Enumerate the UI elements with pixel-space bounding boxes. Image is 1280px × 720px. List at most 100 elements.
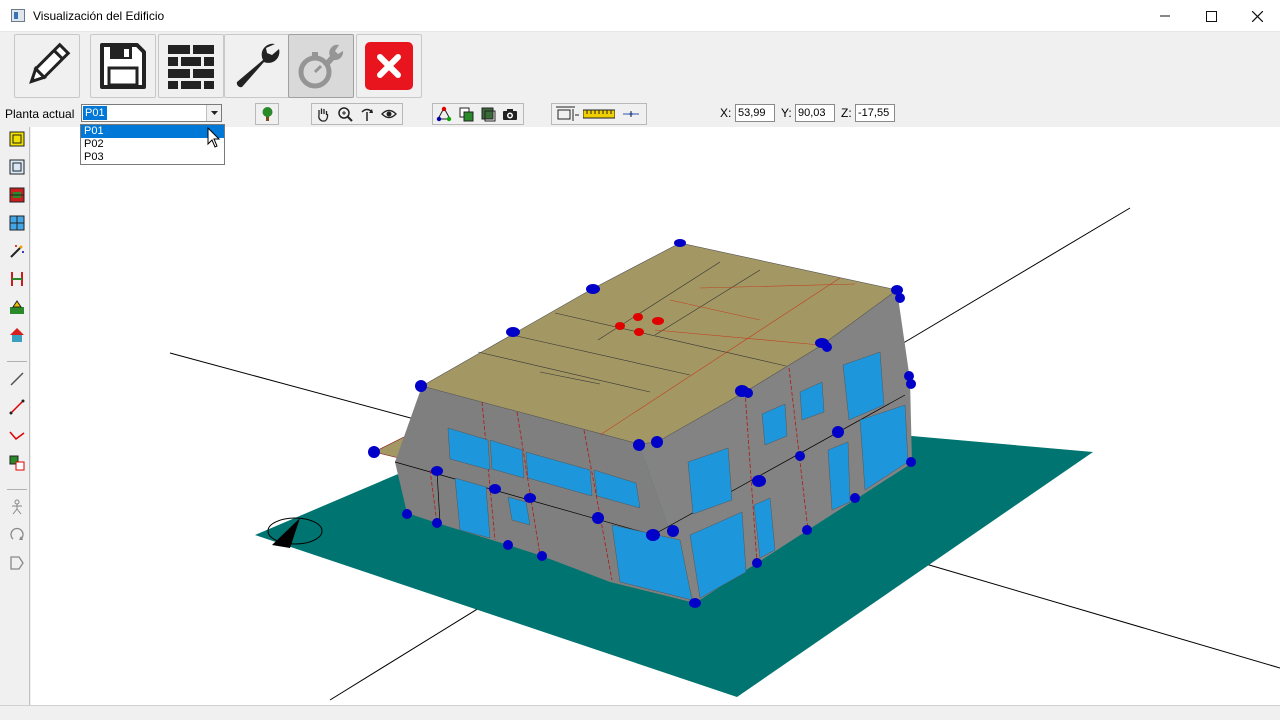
- draw-window-button[interactable]: [7, 213, 27, 233]
- save-button[interactable]: [90, 34, 156, 98]
- floor-option-p01[interactable]: P01: [81, 125, 224, 138]
- window-title: Visualización del Edificio: [33, 9, 165, 23]
- app-icon: [11, 9, 25, 22]
- chevron-down-icon[interactable]: [206, 105, 221, 121]
- person-tool-button[interactable]: [7, 497, 27, 517]
- space-icon: [9, 131, 25, 147]
- polygon-icon: [10, 556, 24, 570]
- settings-wrench-button[interactable]: [224, 34, 290, 98]
- crosshair-icon: [623, 111, 639, 117]
- ruler-button[interactable]: [582, 104, 616, 124]
- view-button[interactable]: [378, 104, 400, 124]
- rotate-icon: [361, 108, 373, 121]
- line-tool-button[interactable]: [7, 369, 27, 389]
- close-icon: [1251, 10, 1263, 22]
- navigation-tool-group: [311, 103, 403, 125]
- tree-tool-group: [255, 103, 279, 125]
- app-window: Visualización del Edificio Planta actual…: [0, 0, 1280, 720]
- edit-button[interactable]: [14, 34, 80, 98]
- polyline-icon: [9, 431, 25, 441]
- ladder-icon: [11, 272, 23, 286]
- close-window-button[interactable]: [1234, 0, 1280, 32]
- floor-option-p03[interactable]: P03: [81, 151, 224, 164]
- magic-wand-icon: [10, 245, 24, 258]
- side-separator: [7, 489, 27, 490]
- red-line-icon: [9, 399, 25, 415]
- texture-icon: [481, 107, 496, 122]
- hand-icon: [318, 108, 329, 122]
- close-red-icon: [365, 42, 413, 90]
- status-bar: [0, 705, 1280, 720]
- stopwatch-wrench-icon: [298, 44, 344, 89]
- window-icon: [9, 215, 25, 231]
- magic-wand-button[interactable]: [7, 241, 27, 261]
- exit-button[interactable]: [356, 34, 422, 98]
- person-icon: [12, 499, 22, 515]
- pencil-icon: [29, 42, 71, 84]
- copy-icon: [9, 455, 25, 471]
- brick-wall-icon: [168, 45, 214, 89]
- diagonal-line-icon: [10, 372, 24, 386]
- draw-space-button[interactable]: [7, 129, 27, 149]
- camera-icon: [503, 109, 517, 120]
- wall-layers-icon: [9, 187, 25, 203]
- copy-element-button[interactable]: [7, 453, 27, 473]
- walls-button[interactable]: [158, 34, 224, 98]
- shade-element-button[interactable]: [7, 297, 27, 317]
- x-coordinate-field[interactable]: 53,99: [735, 104, 775, 122]
- 3d-viewport[interactable]: [31, 127, 1280, 705]
- polygon-tool-button[interactable]: [7, 553, 27, 573]
- rotate-button[interactable]: [356, 104, 378, 124]
- tree-button[interactable]: [256, 104, 278, 124]
- zoom-icon: [338, 107, 353, 122]
- screenshot-button[interactable]: [499, 104, 521, 124]
- axis-button[interactable]: [616, 104, 646, 124]
- floor-select[interactable]: P01: [81, 104, 222, 122]
- building-3d-scene: [169, 207, 1280, 701]
- tree-icon: [262, 107, 273, 121]
- title-bar: Visualización del Edificio: [0, 0, 1280, 32]
- rotate-arrow-icon: [10, 527, 24, 540]
- side-toolbar: [4, 127, 30, 705]
- z-coordinate-field[interactable]: -17,55: [855, 104, 895, 122]
- shade-icon: [10, 300, 24, 314]
- vertices-icon: [436, 106, 452, 122]
- measure-tool-group: [551, 103, 647, 125]
- shading-icon: [459, 107, 474, 122]
- draw-column-button[interactable]: [7, 269, 27, 289]
- minimize-icon: [1160, 15, 1170, 17]
- red-line-tool-button[interactable]: [7, 397, 27, 417]
- house-icon: [10, 328, 24, 342]
- save-disk-icon: [100, 43, 146, 89]
- wrench-icon: [236, 43, 280, 88]
- building-button[interactable]: [7, 325, 27, 345]
- texture-button[interactable]: [477, 104, 499, 124]
- ruler-icon: [583, 109, 615, 119]
- floor-select-value: P01: [83, 106, 107, 120]
- minimize-button[interactable]: [1142, 0, 1188, 32]
- z-label: Z:: [841, 106, 852, 120]
- mouse-cursor-icon: [207, 127, 221, 148]
- render-tool-group: [432, 103, 524, 125]
- dimension-button[interactable]: [552, 104, 582, 124]
- maximize-button[interactable]: [1188, 0, 1234, 32]
- x-label: X:: [720, 106, 732, 120]
- y-label: Y:: [781, 106, 792, 120]
- floor-outline-icon: [9, 159, 25, 175]
- shading-button[interactable]: [455, 104, 477, 124]
- pan-button[interactable]: [312, 104, 334, 124]
- y-coordinate-field[interactable]: 90,03: [795, 104, 835, 122]
- main-toolbar: [5, 34, 1277, 98]
- draw-wall-button[interactable]: [7, 185, 27, 205]
- maximize-icon: [1205, 10, 1217, 22]
- eye-icon: [381, 109, 397, 119]
- draw-floor-button[interactable]: [7, 157, 27, 177]
- calculate-button[interactable]: [288, 34, 354, 98]
- floor-dropdown-list: P01 P02 P03: [80, 124, 225, 165]
- zoom-button[interactable]: [334, 104, 356, 124]
- vertex-color-button[interactable]: [433, 104, 455, 124]
- polyline-tool-button[interactable]: [7, 425, 27, 445]
- side-separator: [7, 361, 27, 362]
- rotate-element-button[interactable]: [7, 525, 27, 545]
- floor-option-p02[interactable]: P02: [81, 138, 224, 151]
